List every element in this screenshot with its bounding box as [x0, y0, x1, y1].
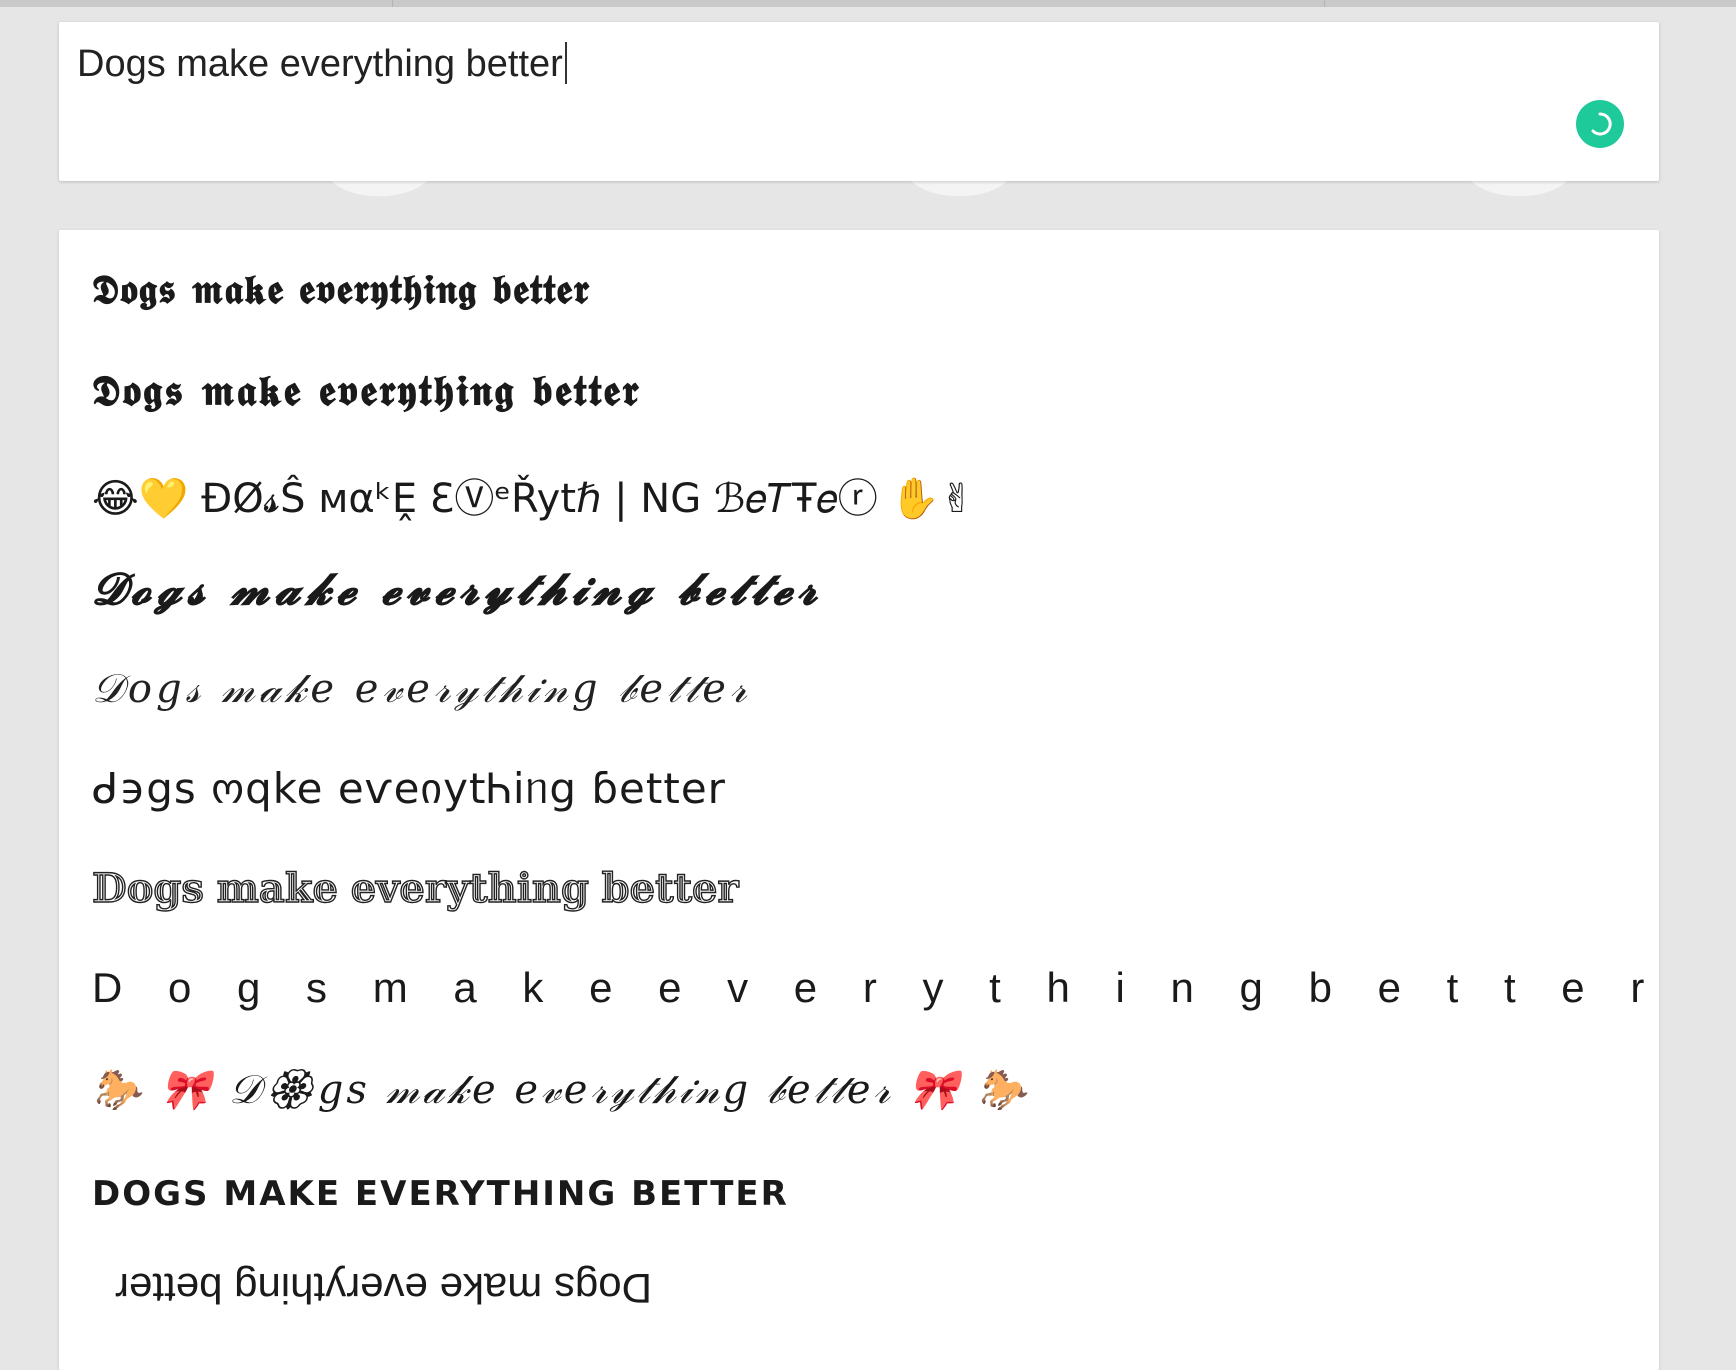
spinner-icon — [1591, 112, 1612, 136]
result-small-caps[interactable]: DOGS MAKE EVERYTHING BETTER — [92, 1174, 789, 1214]
result-upside-down[interactable]: Dogs make everything better — [115, 1264, 652, 1312]
result-mixed-emoji[interactable]: 😂💛 ĐØ𝓼Ŝ мαᵏḘ ƐⓋᵉŘytℏ | NG ℬ𝑒𝑇Ŧ𝑒ⓡ ✋✌ — [92, 466, 974, 524]
text-input-card: Dogs make everything better — [59, 22, 1659, 181]
tab-divider — [1324, 0, 1325, 7]
text-input[interactable]: Dogs make everything better — [77, 42, 567, 86]
text-caret — [564, 42, 567, 84]
result-script[interactable]: 𝒟𝑜𝑔𝓈 𝓂𝒶𝓀𝑒 𝑒𝓋𝑒𝓇𝓎𝓉𝒽𝒾𝓃𝑔 𝒷𝑒𝓉𝓉𝑒𝓇 — [92, 666, 751, 712]
result-weird-letters[interactable]: ᑯ϶gs ოqke eѵeიytᏂiᥒg ɓetter — [92, 764, 726, 814]
text-input-value: Dogs make everything better — [77, 43, 563, 85]
loading-spinner-icon[interactable] — [1576, 100, 1624, 148]
browser-top-strip — [0, 0, 1736, 7]
result-wide-spaced[interactable]: D o g s m a k e e v e r y t h i n g b e … — [92, 964, 1659, 1012]
result-outline[interactable]: 𝔻𝕠𝕘𝕤 𝕞𝕒𝕜𝕖 𝕖𝕧𝕖𝕣𝕪𝕥𝕙𝕚𝕟𝕘 𝕓𝕖𝕥𝕥𝕖𝕣 — [91, 865, 739, 912]
result-emoji-script[interactable]: 🐎 🎀 𝒟🏵gs 𝓂𝒶𝓀𝑒 𝑒𝓋𝑒𝓇𝓎𝓉𝒽𝒾𝓃𝑔 𝒷𝑒𝓉𝓉𝑒𝓇 🎀 🐎 — [92, 1066, 1030, 1113]
tab-divider — [392, 0, 393, 7]
result-fraktur[interactable]: 𝕯𝖔𝖌𝖘 𝖒𝖆𝖐𝖊 𝖊𝖛𝖊𝖗𝖞𝖙𝖍𝖎𝖓𝖌 𝖇𝖊𝖙𝖙𝖊𝖗 — [92, 266, 590, 313]
result-fraktur-bold[interactable]: 𝕯𝖔𝖌𝖘 𝖒𝖆𝖐𝖊 𝖊𝖛𝖊𝖗𝖞𝖙𝖍𝖎𝖓𝖌 𝖇𝖊𝖙𝖙𝖊𝖗 — [92, 366, 641, 416]
result-script-bold[interactable]: 𝓓𝓸𝓰𝓼 𝓶𝓪𝓴𝓮 𝓮𝓿𝓮𝓻𝔂𝓽𝓱𝓲𝓷𝓰 𝓫𝓮𝓽𝓽𝓮𝓻 — [92, 564, 822, 615]
results-list: 𝕯𝖔𝖌𝖘 𝖒𝖆𝖐𝖊 𝖊𝖛𝖊𝖗𝖞𝖙𝖍𝖎𝖓𝖌 𝖇𝖊𝖙𝖙𝖊𝖗 𝕯𝖔𝖌𝖘 𝖒𝖆𝖐𝖊 𝖊𝖛… — [59, 230, 1659, 1370]
